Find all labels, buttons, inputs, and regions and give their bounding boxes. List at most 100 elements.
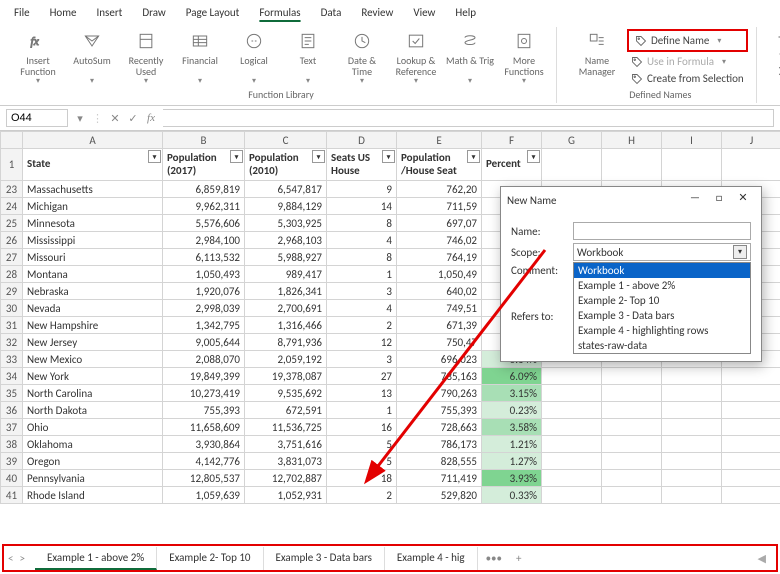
text-button[interactable]: Text▾ (284, 29, 332, 86)
remove-arrows-button[interactable]: Remove Arrows▾ (773, 63, 780, 78)
scope-caret-icon[interactable]: ▾ (733, 245, 747, 259)
row-32[interactable]: 32 (1, 334, 23, 351)
scope-option-3[interactable]: Example 3 - Data bars (574, 308, 750, 323)
scope-option-5[interactable]: states-raw-data (574, 338, 750, 353)
insert-function-button[interactable]: fxInsert Function▾ (14, 29, 62, 86)
row-24[interactable]: 24 (1, 198, 23, 215)
name-label: Name: (511, 225, 567, 238)
enter-button[interactable]: ✓ (127, 112, 139, 125)
scope-option-2[interactable]: Example 2- Top 10 (574, 293, 750, 308)
name-manager-button[interactable]: Name Manager (573, 29, 621, 77)
logical-icon (242, 29, 266, 53)
scroll-left-icon[interactable]: ◀ (758, 552, 766, 565)
minimize-button[interactable]: — (683, 191, 707, 209)
col-H[interactable]: H (602, 132, 662, 149)
row-36[interactable]: 36 (1, 402, 23, 419)
sheet-tab-3[interactable]: Example 4 - hig (385, 547, 478, 570)
filter-E-button[interactable]: ▾ (467, 150, 480, 163)
autosum-button[interactable]: AutoSum▾ (68, 29, 116, 86)
row-40[interactable]: 40 (1, 470, 23, 487)
row-39[interactable]: 39 (1, 453, 23, 470)
col-G[interactable]: G (542, 132, 602, 149)
sheet-more-button[interactable]: ••• (482, 552, 506, 565)
menu-review[interactable]: Review (351, 2, 403, 23)
trace-dependents-button[interactable]: Trace Dependents (773, 46, 780, 61)
create-from-selection-button[interactable]: Create from Selection (627, 71, 748, 86)
scope-dropdown[interactable]: WorkbookExample 1 - above 2%Example 2- T… (573, 262, 751, 354)
select-all[interactable] (1, 132, 23, 149)
sheet-add-button[interactable]: + (510, 552, 527, 565)
menu-help[interactable]: Help (445, 2, 486, 23)
filter-C-button[interactable]: ▾ (312, 150, 325, 163)
scope-select[interactable]: Workbook ▾ WorkbookExample 1 - above 2%E… (573, 243, 751, 261)
row-38[interactable]: 38 (1, 436, 23, 453)
menu-draw[interactable]: Draw (132, 2, 175, 23)
row-26[interactable]: 26 (1, 232, 23, 249)
col-A[interactable]: A (23, 132, 163, 149)
row-41[interactable]: 41 (1, 487, 23, 504)
math-trig-button[interactable]: Math & Trig▾ (446, 29, 494, 86)
financial-button[interactable]: Financial▾ (176, 29, 224, 86)
formula-input[interactable] (163, 109, 774, 127)
filter-B-button[interactable]: ▾ (230, 150, 243, 163)
menu-page-layout[interactable]: Page Layout (176, 2, 250, 23)
row-37[interactable]: 37 (1, 419, 23, 436)
row-23[interactable]: 23 (1, 181, 23, 198)
fx-button[interactable]: fx (145, 112, 157, 124)
row-28[interactable]: 28 (1, 266, 23, 283)
row-25[interactable]: 25 (1, 215, 23, 232)
text-icon (296, 29, 320, 53)
row-27[interactable]: 27 (1, 249, 23, 266)
more-functions-button[interactable]: More Functions▾ (500, 29, 548, 86)
col-D[interactable]: D (327, 132, 397, 149)
sheet-tabs-bar: < > Example 1 - above 2%Example 2- Top 1… (2, 544, 778, 572)
row-31[interactable]: 31 (1, 317, 23, 334)
sheet-tab-0[interactable]: Example 1 - above 2% (35, 547, 157, 570)
menu-insert[interactable]: Insert (87, 2, 133, 23)
row-30[interactable]: 30 (1, 300, 23, 317)
maximize-button[interactable]: □ (707, 191, 731, 209)
sheet-prev-icon[interactable]: < (8, 552, 13, 565)
recently-used-button[interactable]: Recently Used▾ (122, 29, 170, 86)
name-input[interactable] (573, 222, 751, 240)
name-box[interactable] (6, 109, 68, 127)
sheet-next-icon[interactable]: > (19, 552, 24, 565)
define-name-button[interactable]: Define Name▾ (627, 29, 748, 52)
menu-view[interactable]: View (403, 2, 445, 23)
sheet-nav[interactable]: < > (8, 552, 25, 565)
menu-file[interactable]: File (4, 2, 40, 23)
filter-D-button[interactable]: ▾ (382, 150, 395, 163)
trace-precedents-button[interactable]: Trace Precedents (773, 29, 780, 44)
dialog-titlebar[interactable]: New Name — □ ✕ (501, 187, 761, 213)
col-C[interactable]: C (245, 132, 327, 149)
row-34[interactable]: 34 (1, 368, 23, 385)
cancel-entry-button[interactable]: ✕ (109, 112, 121, 125)
scope-option-1[interactable]: Example 1 - above 2% (574, 278, 750, 293)
close-button[interactable]: ✕ (731, 191, 755, 209)
col-I[interactable]: I (662, 132, 722, 149)
col-E[interactable]: E (397, 132, 482, 149)
sheet-tab-2[interactable]: Example 3 - Data bars (264, 547, 385, 570)
financial-icon (188, 29, 212, 53)
row-29[interactable]: 29 (1, 283, 23, 300)
name-box-dropdown[interactable]: ▾ (74, 112, 86, 125)
date-time-button[interactable]: Date & Time▾ (338, 29, 386, 86)
menu-home[interactable]: Home (40, 2, 87, 23)
menu-data[interactable]: Data (311, 2, 352, 23)
menu-formulas[interactable]: Formulas (249, 2, 310, 23)
row-1[interactable]: 1 (1, 149, 23, 181)
col-F[interactable]: F (482, 132, 542, 149)
row-33[interactable]: 33 (1, 351, 23, 368)
tag-icon (631, 56, 643, 68)
use-in-formula-button[interactable]: Use in Formula▾ (627, 54, 748, 69)
filter-A-button[interactable]: ▾ (148, 150, 161, 163)
col-J[interactable]: J (722, 132, 780, 149)
col-B[interactable]: B (163, 132, 245, 149)
lookup-reference-button[interactable]: Lookup & Reference▾ (392, 29, 440, 86)
logical-button[interactable]: Logical▾ (230, 29, 278, 86)
row-35[interactable]: 35 (1, 385, 23, 402)
filter-F-button[interactable]: ▾ (527, 150, 540, 163)
scope-option-0[interactable]: Workbook (574, 263, 750, 278)
sheet-tab-1[interactable]: Example 2- Top 10 (157, 547, 263, 570)
scope-option-4[interactable]: Example 4 - highlighting rows (574, 323, 750, 338)
